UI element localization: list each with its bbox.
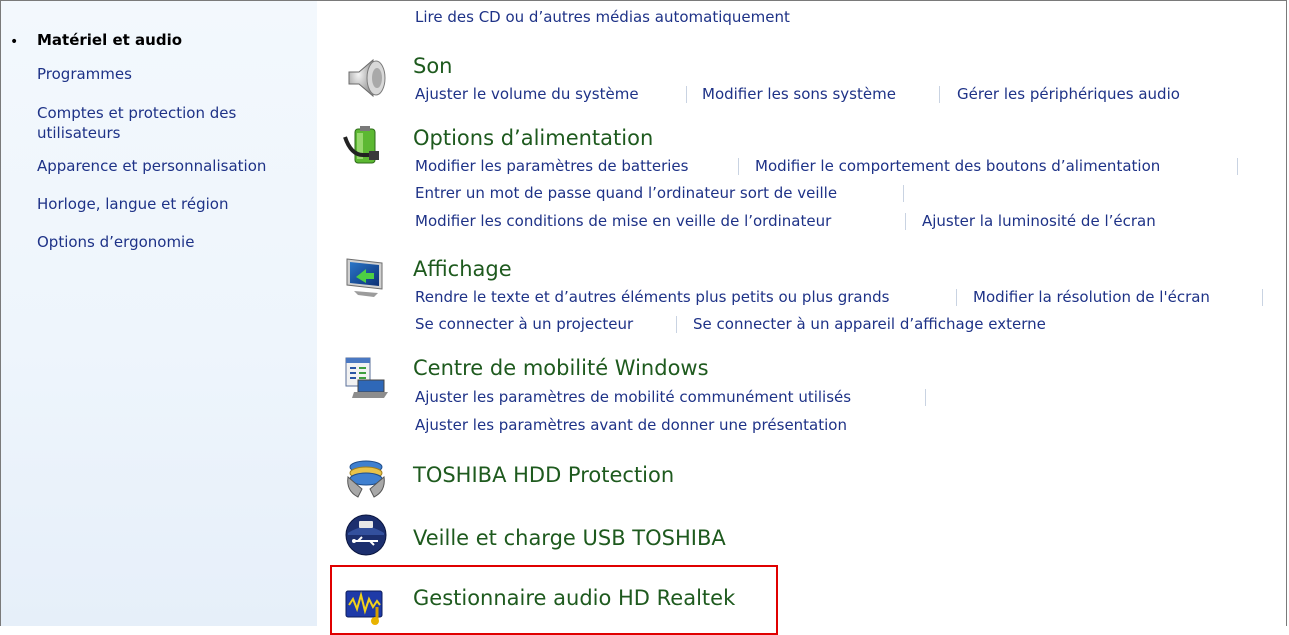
section-title-hdd-protection[interactable]: TOSHIBA HDD Protection [413, 462, 674, 488]
usb-sleep-charge-icon [345, 514, 387, 556]
link-modify-system-sounds[interactable]: Modifier les sons système [702, 85, 896, 104]
section-title-display[interactable]: Affichage [413, 256, 512, 282]
speaker-icon [348, 58, 386, 98]
section-title-usb-sleep-charge[interactable]: Veille et charge USB TOSHIBA [413, 525, 726, 551]
hdd-protection-icon [347, 460, 385, 498]
link-external-display[interactable]: Se connecter à un appareil d’affichage e… [693, 315, 1046, 334]
link-manage-audio-devices[interactable]: Gérer les périphériques audio [957, 85, 1180, 104]
link-password-wake[interactable]: Entrer un mot de passe quand l’ordinateu… [415, 184, 837, 203]
sidebar-item-apparence[interactable]: Apparence et personnalisation [37, 157, 266, 176]
link-mobility-settings[interactable]: Ajuster les paramètres de mobilité commu… [415, 388, 851, 407]
link-text-size[interactable]: Rendre le texte et d’autres éléments plu… [415, 288, 889, 307]
link-adjust-volume[interactable]: Ajuster le volume du système [415, 85, 639, 104]
separator [1237, 158, 1238, 175]
separator [686, 86, 687, 103]
active-bullet-icon: • [10, 34, 19, 50]
sidebar-item-materiel-audio[interactable]: Matériel et audio [37, 31, 182, 50]
battery-icon [343, 126, 379, 164]
separator [676, 316, 677, 333]
separator [925, 389, 926, 406]
section-title-son[interactable]: Son [413, 53, 453, 79]
link-battery-settings[interactable]: Modifier les paramètres de batteries [415, 157, 688, 176]
link-sleep-settings[interactable]: Modifier les conditions de mise en veill… [415, 212, 831, 231]
sidebar-item-comptes-line2[interactable]: utilisateurs [37, 124, 121, 143]
link-power-buttons[interactable]: Modifier le comportement des boutons d’a… [755, 157, 1160, 176]
link-screen-resolution[interactable]: Modifier la résolution de l'écran [973, 288, 1210, 307]
section-title-power-options[interactable]: Options d’alimentation [413, 125, 653, 151]
highlight-box [330, 565, 778, 635]
monitor-icon [346, 258, 383, 297]
link-projector[interactable]: Se connecter à un projecteur [415, 315, 633, 334]
mobility-center-icon [345, 357, 388, 398]
separator [905, 213, 906, 230]
separator [738, 158, 739, 175]
separator [939, 86, 940, 103]
sidebar-item-comptes-line1[interactable]: Comptes et protection des [37, 104, 236, 123]
separator [1262, 289, 1263, 306]
sidebar: • Matériel et audio Programmes Comptes e… [1, 1, 317, 626]
separator [956, 289, 957, 306]
sidebar-item-horloge[interactable]: Horloge, langue et région [37, 195, 228, 214]
sidebar-item-programmes[interactable]: Programmes [37, 65, 132, 84]
link-brightness[interactable]: Ajuster la luminosité de l’écran [922, 212, 1156, 231]
autoplay-link[interactable]: Lire des CD ou d’autres médias automatiq… [415, 8, 790, 27]
main-content: Lire des CD ou d’autres médias automatiq… [318, 1, 1287, 626]
link-presentation-settings[interactable]: Ajuster les paramètres avant de donner u… [415, 416, 847, 435]
sidebar-item-ergonomie[interactable]: Options d’ergonomie [37, 233, 194, 252]
separator [903, 185, 904, 202]
section-title-mobility-center[interactable]: Centre de mobilité Windows [413, 355, 709, 381]
